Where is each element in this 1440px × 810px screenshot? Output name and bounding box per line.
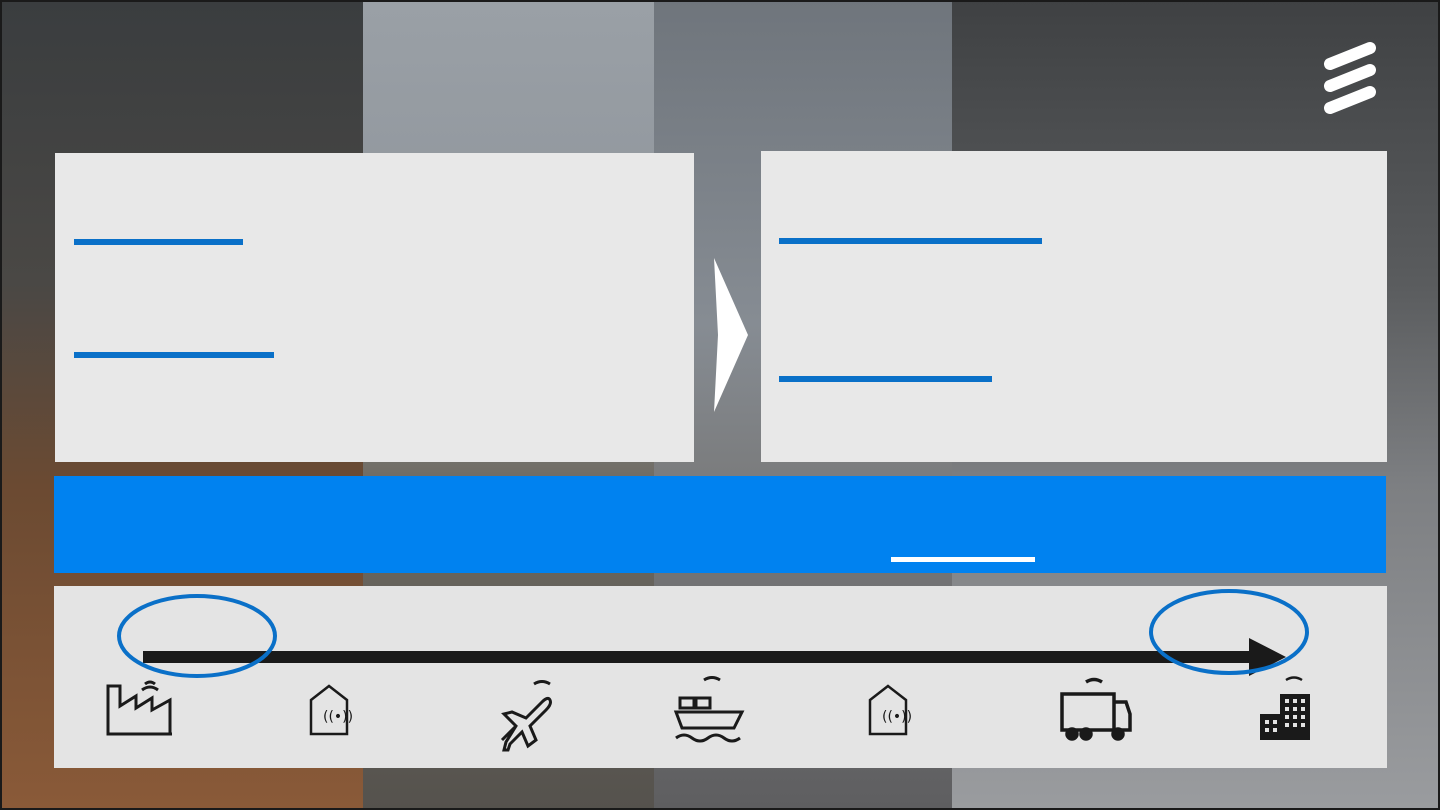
right-panel-underline-1 bbox=[779, 238, 1042, 244]
factory-icon bbox=[106, 680, 172, 736]
highlight-banner bbox=[54, 476, 1386, 573]
ship-icon bbox=[673, 676, 745, 743]
chevron-right-icon bbox=[714, 258, 748, 412]
left-panel-underline-2 bbox=[74, 352, 274, 358]
svg-text:((•)): ((•)) bbox=[323, 709, 353, 725]
truck-icon bbox=[1060, 677, 1132, 741]
airplane-icon bbox=[500, 680, 552, 752]
left-panel-underline-1 bbox=[74, 239, 243, 245]
logistics-timeline-panel: ((•)) ((•)) bbox=[54, 586, 1387, 768]
building-icon bbox=[1260, 676, 1310, 740]
right-content-panel bbox=[761, 151, 1387, 462]
banner-underline bbox=[891, 557, 1035, 562]
warehouse-icon: ((•)) bbox=[309, 684, 353, 736]
ericsson-logo-icon bbox=[1324, 42, 1376, 114]
warehouse-icon: ((•)) bbox=[868, 684, 912, 736]
svg-text:((•)): ((•)) bbox=[882, 709, 912, 725]
timeline-graphic: ((•)) ((•)) bbox=[106, 589, 1310, 752]
start-highlight-ellipse bbox=[117, 594, 277, 678]
timeline-arrow-line bbox=[143, 651, 1253, 663]
right-panel-underline-2 bbox=[779, 376, 992, 382]
left-content-panel bbox=[55, 153, 694, 462]
